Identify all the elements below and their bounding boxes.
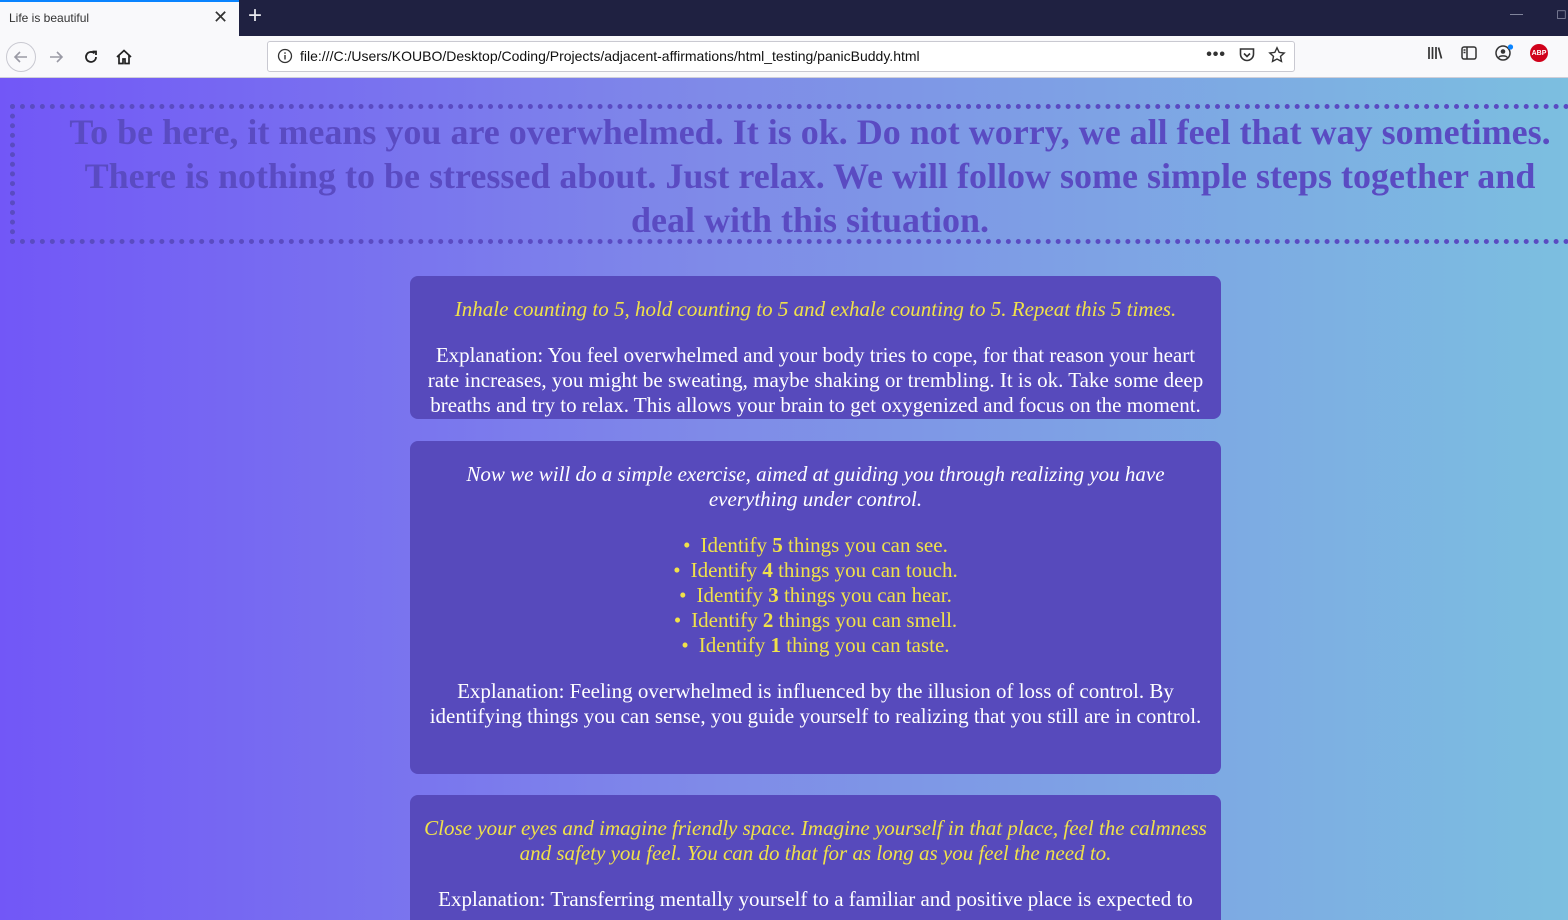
close-tab-icon[interactable]: ✕ bbox=[213, 7, 228, 28]
url-text[interactable]: file:///C:/Users/KOUBO/Desktop/Coding/Pr… bbox=[300, 48, 920, 64]
breathing-card: Inhale counting to 5, hold counting to 5… bbox=[410, 276, 1221, 419]
list-item: Identify 3 things you can hear. bbox=[420, 583, 1211, 608]
instruction-line: Now we will do a simple exercise, aimed … bbox=[466, 462, 1165, 486]
back-button[interactable] bbox=[6, 42, 36, 72]
senses-list: Identify 5 things you can see. Identify … bbox=[420, 533, 1211, 658]
forward-button[interactable] bbox=[41, 42, 71, 72]
explanation-line: Explanation: Transferring mentally yours… bbox=[438, 887, 1193, 911]
instruction-line: and safety you feel. You can do that for… bbox=[519, 841, 1112, 865]
tab-strip: Life is beautiful ✕ + — ◻ bbox=[0, 0, 1568, 36]
back-arrow-icon bbox=[13, 51, 27, 63]
explanation-line: rate increases, you might be sweating, m… bbox=[427, 368, 1204, 392]
explanation-line: breaths and try to relax. This allows yo… bbox=[430, 393, 1201, 417]
header-line-2: There is nothing to be stressed about. J… bbox=[84, 156, 1536, 196]
active-tab[interactable]: Life is beautiful ✕ bbox=[0, 0, 239, 36]
card-explanation: Explanation: Transferring mentally yours… bbox=[420, 887, 1211, 912]
instruction-line: Close your eyes and imagine friendly spa… bbox=[424, 816, 1207, 840]
explanation-line: identifying things you can sense, you gu… bbox=[429, 704, 1202, 728]
maximize-icon[interactable]: ◻ bbox=[1556, 6, 1567, 22]
card-instruction: Now we will do a simple exercise, aimed … bbox=[420, 462, 1211, 512]
account-icon[interactable] bbox=[1494, 44, 1514, 62]
instruction-line: everything under control. bbox=[708, 487, 923, 511]
header-message: To be here, it means you are overwhelmed… bbox=[0, 110, 1568, 242]
explanation-line: Explanation: Feeling overwhelmed is infl… bbox=[457, 679, 1174, 703]
address-bar[interactable]: file:///C:/Users/KOUBO/Desktop/Coding/Pr… bbox=[267, 41, 1295, 72]
list-item: Identify 2 things you can smell. bbox=[420, 608, 1211, 633]
card-instruction: Close your eyes and imagine friendly spa… bbox=[420, 816, 1211, 866]
card-explanation: Explanation: Feeling overwhelmed is infl… bbox=[420, 679, 1211, 729]
list-item: Identify 5 things you can see. bbox=[420, 533, 1211, 558]
list-item: Identify 1 thing you can taste. bbox=[420, 633, 1211, 658]
page-content: To be here, it means you are overwhelmed… bbox=[0, 78, 1568, 920]
header-line-3: deal with this situation. bbox=[630, 200, 990, 240]
grounding-card: Now we will do a simple exercise, aimed … bbox=[410, 441, 1221, 774]
home-button[interactable] bbox=[109, 42, 139, 72]
tab-title: Life is beautiful bbox=[9, 11, 90, 25]
page-actions-icon[interactable]: ••• bbox=[1206, 46, 1226, 64]
visualization-card: Close your eyes and imagine friendly spa… bbox=[410, 795, 1221, 920]
forward-arrow-icon bbox=[50, 51, 64, 63]
card-explanation: Explanation: You feel overwhelmed and yo… bbox=[420, 343, 1211, 418]
pocket-icon[interactable] bbox=[1238, 46, 1256, 64]
info-icon[interactable] bbox=[277, 48, 293, 64]
new-tab-button[interactable]: + bbox=[248, 2, 262, 30]
header-line-1: To be here, it means you are overwhelmed… bbox=[69, 112, 1551, 152]
home-icon bbox=[116, 49, 132, 65]
adblock-plus-icon[interactable]: ABP bbox=[1530, 44, 1548, 62]
sidebar-icon[interactable] bbox=[1460, 44, 1478, 62]
card-instruction: Inhale counting to 5, hold counting to 5… bbox=[454, 297, 1177, 321]
reload-button[interactable] bbox=[76, 42, 106, 72]
list-item: Identify 4 things you can touch. bbox=[420, 558, 1211, 583]
library-icon[interactable] bbox=[1426, 44, 1444, 62]
bookmark-star-icon[interactable] bbox=[1268, 46, 1286, 64]
navigation-toolbar: file:///C:/Users/KOUBO/Desktop/Coding/Pr… bbox=[0, 36, 1568, 78]
reload-icon bbox=[85, 50, 97, 63]
explanation-line: Explanation: You feel overwhelmed and yo… bbox=[435, 343, 1196, 367]
minimize-icon[interactable]: — bbox=[1510, 6, 1523, 21]
